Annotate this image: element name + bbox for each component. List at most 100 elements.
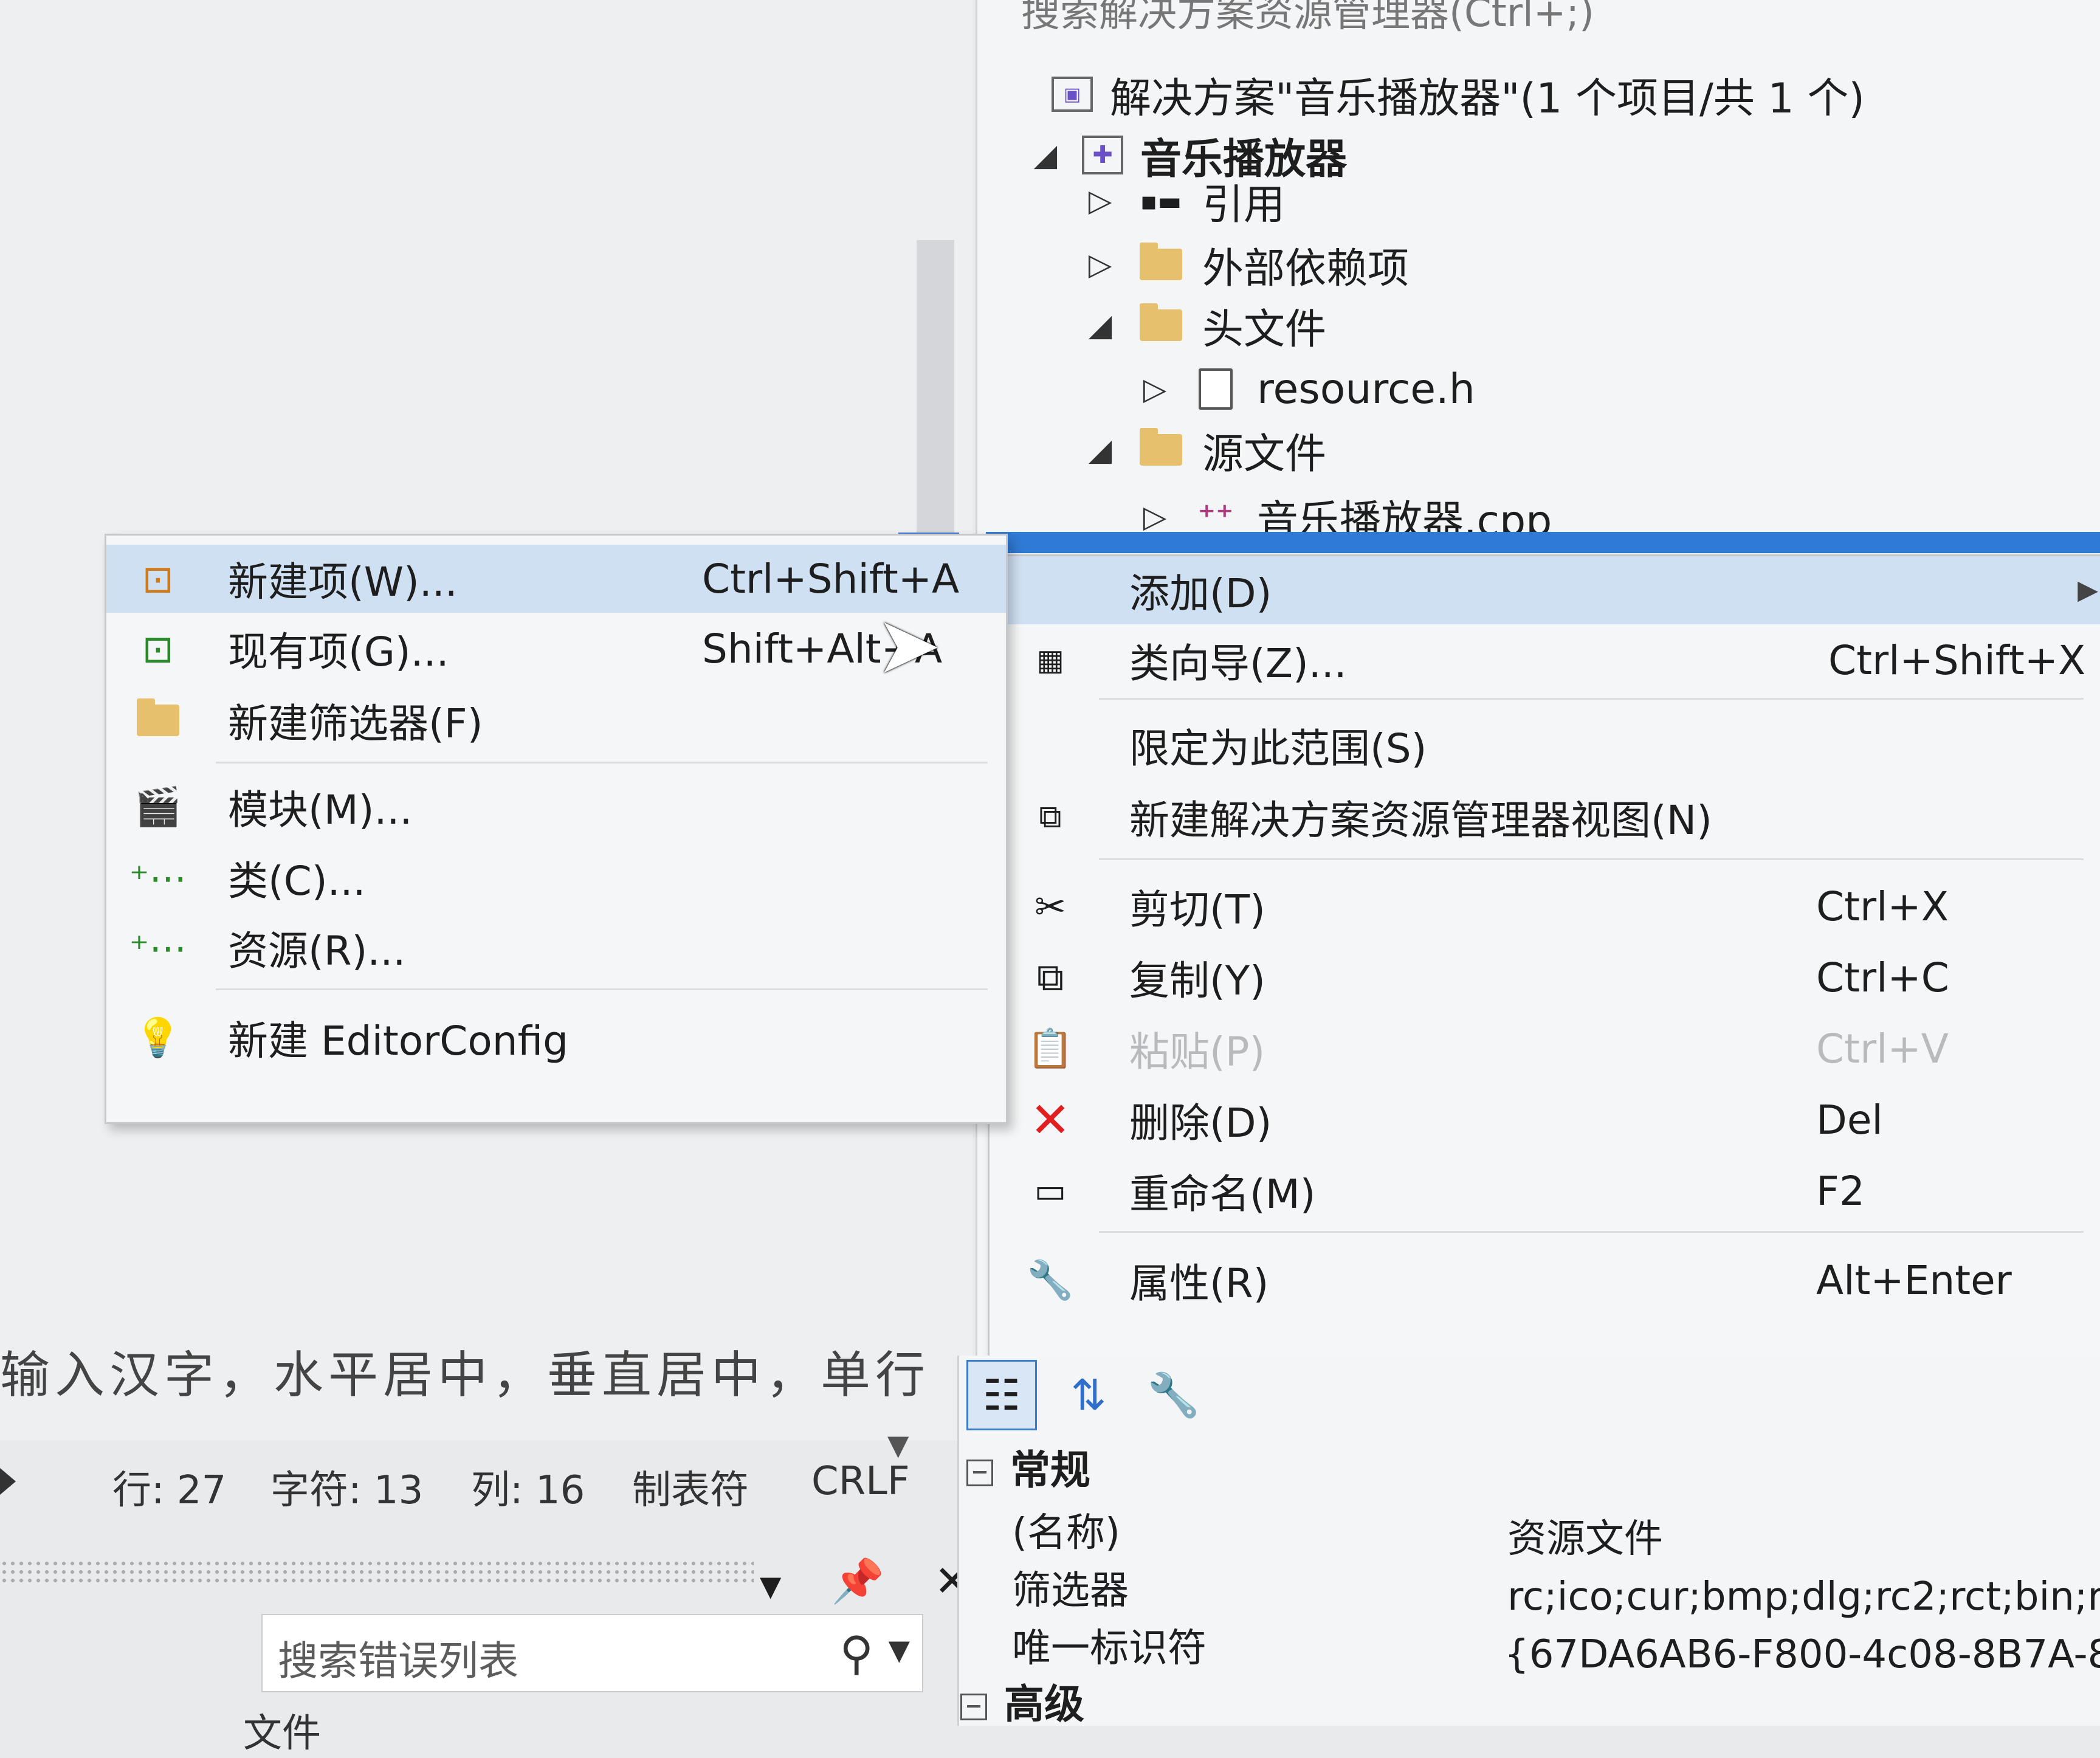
- status-col: 列: 16: [471, 1468, 585, 1513]
- references-icon: ▪▬: [1140, 185, 1182, 216]
- menu-item-class-wizard[interactable]: ▦ 类向导(Z)... Ctrl+Shift+X: [990, 626, 2100, 694]
- copy-icon: ⧉: [1036, 955, 1064, 999]
- add-submenu: ⊡ 新建项(W)... Ctrl+Shift+A ⊡ 现有项(G)... Shi…: [105, 534, 1008, 1124]
- menu-shortcut: Ctrl+X: [1816, 883, 1949, 930]
- menu-label: 新建筛选器(F): [228, 700, 483, 747]
- expanded-icon[interactable]: ◢: [1033, 137, 1058, 173]
- status-char: 字符: 13: [270, 1468, 424, 1513]
- prop-guid-label: 唯一标识符: [1012, 1626, 1207, 1671]
- new-item-icon: ⊡: [142, 556, 174, 601]
- collapsed-icon[interactable]: ▷: [1143, 499, 1167, 534]
- menu-item-scope[interactable]: 限定为此范围(S): [990, 711, 2100, 779]
- panel-grip[interactable]: [0, 1559, 754, 1584]
- menu-shortcut: F2: [1816, 1167, 1865, 1215]
- wrench-icon[interactable]: 🔧: [1140, 1362, 1207, 1429]
- collapse-icon[interactable]: [966, 1460, 993, 1486]
- menu-item-existing-item[interactable]: ⊡ 现有项(G)... Shift+Alt+A: [106, 615, 1006, 683]
- solution-icon: ▣: [1052, 77, 1093, 112]
- tree-node-resource-h[interactable]: ▷ resource.h: [1143, 359, 1475, 419]
- menu-item-rename[interactable]: ▭ 重命名(M) F2: [990, 1157, 2100, 1225]
- prop-filter-value[interactable]: rc;ico;cur;bmp;dlg;rc2;rct;bin;r: [1507, 1574, 2100, 1619]
- paste-icon: 📋: [1027, 1026, 1074, 1070]
- menu-label: 新建项(W)...: [228, 559, 458, 605]
- error-list-search[interactable]: 搜索错误列表 ⚲ ▼: [261, 1614, 923, 1692]
- menu-item-resource[interactable]: ⁺⋯ 资源(R)...: [106, 914, 1006, 982]
- prop-filter-label: 筛选器: [1012, 1568, 1129, 1613]
- menu-item-new-filter[interactable]: 新建筛选器(F): [106, 686, 1006, 754]
- external-deps-icon: [1137, 243, 1185, 283]
- tree-label: 源文件: [1202, 430, 1327, 478]
- editor-text-line[interactable]: 输入汉字，水平居中，垂直居中，单行: [0, 1334, 930, 1407]
- wrench-icon: 🔧: [1027, 1258, 1074, 1302]
- new-filter-icon: [134, 696, 182, 745]
- existing-item-icon: ⊡: [142, 626, 174, 671]
- menu-label: 现有项(G)...: [228, 629, 449, 675]
- tree-label: 头文件: [1202, 305, 1327, 354]
- menu-item-new-view[interactable]: ⧉ 新建解决方案资源管理器视图(N): [990, 783, 2100, 851]
- menu-item-delete[interactable]: ✕ 删除(D) Del: [990, 1086, 2100, 1154]
- menu-shortcut: Ctrl+Shift+X: [1828, 636, 2086, 684]
- tree-label: 引用: [1202, 181, 1286, 229]
- status-eol[interactable]: CRLF: [811, 1459, 910, 1504]
- menu-label: 复制(Y): [1129, 957, 1265, 1004]
- menu-shortcut: Del: [1816, 1096, 1883, 1143]
- mouse-cursor-icon: ➤: [875, 599, 942, 691]
- categorized-view-icon[interactable]: ☷: [966, 1360, 1037, 1430]
- menu-separator: [1099, 858, 2084, 860]
- tree-node-external-deps[interactable]: ▷ 外部依赖项: [1088, 234, 1409, 295]
- tree-node-header-files[interactable]: ◢ 头文件: [1088, 295, 1326, 356]
- collapsed-icon[interactable]: ▷: [1088, 247, 1112, 282]
- collapsed-icon[interactable]: ▷: [1088, 183, 1112, 218]
- header-file-icon: [1191, 368, 1240, 410]
- menu-item-properties[interactable]: 🔧 属性(R) Alt+Enter: [990, 1246, 2100, 1314]
- chevron-down-icon[interactable]: ▼: [887, 1429, 909, 1461]
- prop-guid-value[interactable]: {67DA6AB6-F800-4c08-8B7A-8: [1504, 1632, 2100, 1677]
- menu-label: 新建 EditorConfig: [228, 1018, 569, 1064]
- category-advanced[interactable]: 高级: [960, 1672, 1084, 1730]
- chevron-down-icon[interactable]: ▼: [889, 1633, 910, 1666]
- menu-item-class[interactable]: ⁺⋯ 类(C)...: [106, 844, 1006, 912]
- menu-separator: [216, 988, 988, 990]
- menu-item-new-item[interactable]: ⊡ 新建项(W)... Ctrl+Shift+A: [106, 545, 1006, 613]
- status-tabs[interactable]: 制表符: [632, 1459, 749, 1515]
- solution-explorer-search[interactable]: 搜索解决方案资源管理器(Ctrl+;): [1021, 0, 1594, 38]
- menu-item-paste[interactable]: 📋 粘贴(P) Ctrl+V: [990, 1015, 2100, 1083]
- expanded-icon[interactable]: ◢: [1088, 432, 1112, 467]
- menu-item-copy[interactable]: ⧉ 复制(Y) Ctrl+C: [990, 943, 2100, 1012]
- menu-label: 粘贴(P): [1129, 1029, 1265, 1075]
- editor-status-bar: 行: 27 字符: 13 列: 16 制表符 CRLF: [0, 1447, 948, 1526]
- class-icon: ⁺⋯: [129, 855, 187, 900]
- menu-item-module[interactable]: 🎬 模块(M)...: [106, 773, 1006, 841]
- menu-label: 类向导(Z)...: [1129, 640, 1347, 687]
- collapsed-icon[interactable]: ▷: [1143, 371, 1167, 407]
- menu-shortcut: Ctrl+V: [1816, 1025, 1949, 1072]
- menu-label: 新建解决方案资源管理器视图(N): [1129, 797, 1712, 844]
- expanded-icon[interactable]: ◢: [1088, 308, 1112, 343]
- tree-label: 解决方案"音乐播放器"(1 个项目/共 1 个): [1110, 74, 1865, 123]
- menu-label: 限定为此范围(S): [1129, 725, 1427, 772]
- category-general[interactable]: 常规: [966, 1438, 1090, 1496]
- project-icon: ✚: [1082, 136, 1123, 174]
- sort-alpha-icon[interactable]: ⇅: [1055, 1362, 1122, 1429]
- menu-item-cut[interactable]: ✂ 剪切(T) Ctrl+X: [990, 872, 2100, 940]
- collapse-icon[interactable]: [960, 1694, 987, 1720]
- editor-scrollbar[interactable]: [917, 240, 954, 556]
- submenu-arrow-icon: ▶: [2078, 574, 2098, 605]
- prop-name-label: (名称): [1012, 1511, 1120, 1556]
- prop-name-value[interactable]: 资源文件: [1507, 1508, 1663, 1563]
- menu-item-editorconfig[interactable]: 💡 新建 EditorConfig: [106, 1004, 1006, 1072]
- menu-label: 资源(R)...: [228, 928, 406, 974]
- pin-icon[interactable]: 📌: [831, 1556, 884, 1606]
- menu-label: 重命名(M): [1129, 1171, 1316, 1218]
- module-icon: 🎬: [134, 784, 182, 829]
- dropdown-icon[interactable]: ▼: [760, 1570, 781, 1602]
- error-list-column-header[interactable]: 文件: [243, 1702, 321, 1758]
- search-icon[interactable]: ⚲: [839, 1626, 873, 1680]
- tree-node-references[interactable]: ▷ ▪▬ 引用: [1088, 170, 1285, 231]
- error-search-input[interactable]: 搜索错误列表: [278, 1629, 518, 1687]
- tree-label: resource.h: [1257, 365, 1475, 413]
- menu-item-add[interactable]: 添加(D) ▶: [990, 556, 2100, 624]
- tree-solution[interactable]: ▣ 解决方案"音乐播放器"(1 个项目/共 1 个): [1052, 64, 1865, 125]
- lightbulb-icon: 💡: [134, 1015, 182, 1060]
- tree-node-source-files[interactable]: ◢ 源文件: [1088, 419, 1326, 480]
